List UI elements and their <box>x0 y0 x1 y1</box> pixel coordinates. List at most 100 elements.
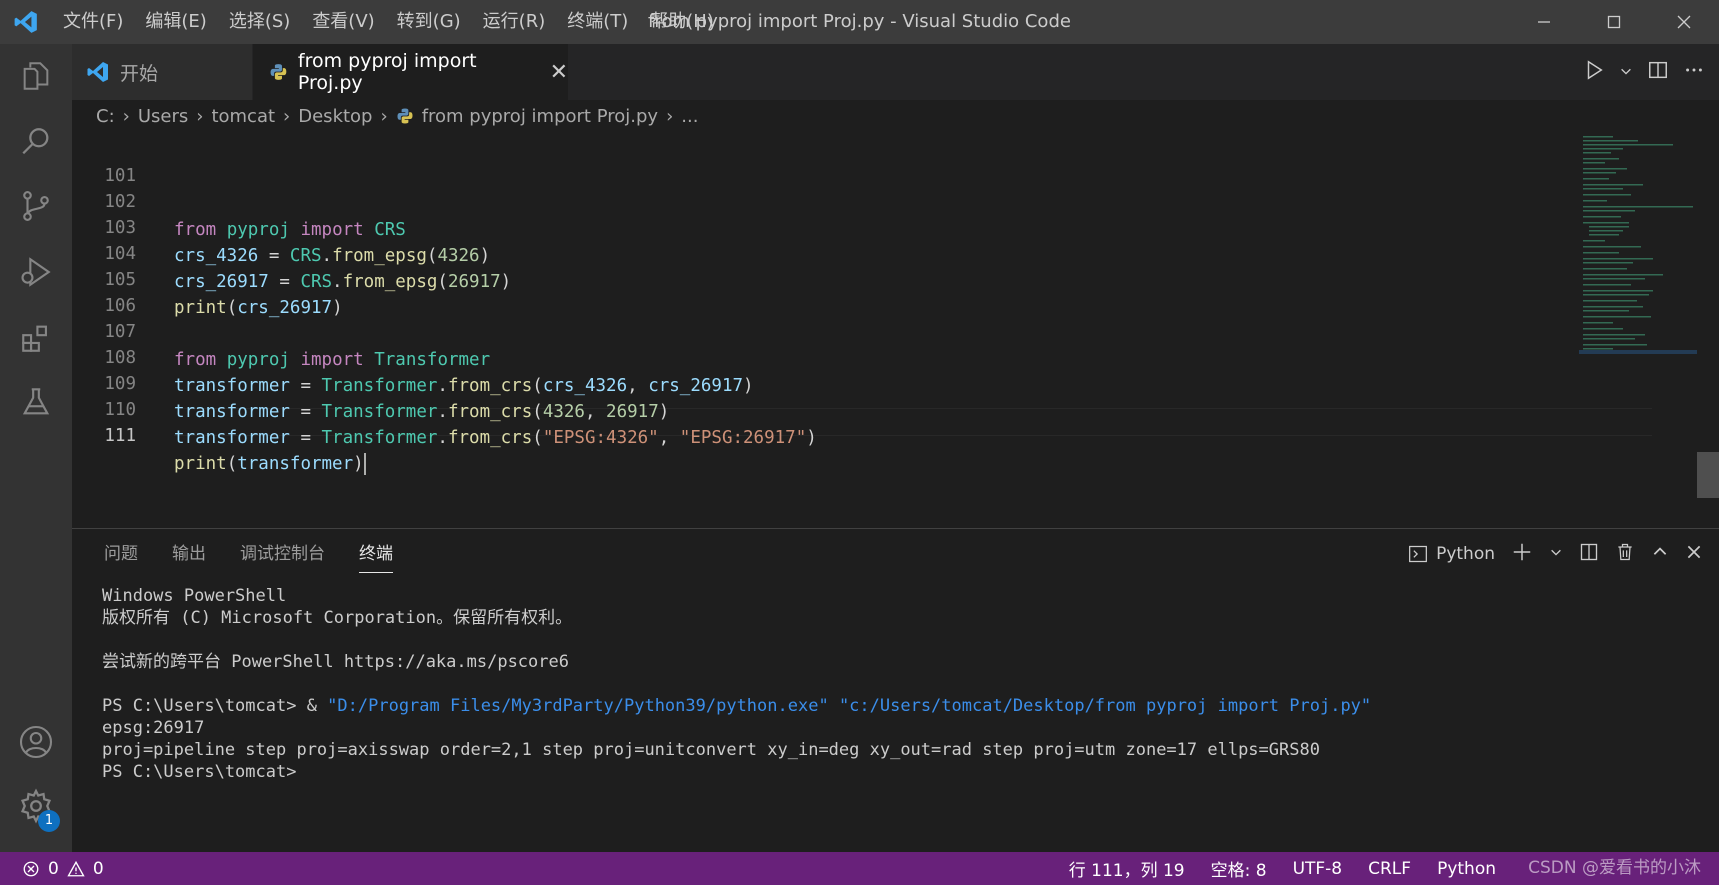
menu-view[interactable]: 查看(V) <box>301 0 385 44</box>
maximize-button[interactable] <box>1579 0 1649 44</box>
breadcrumb-symbol[interactable]: ... <box>681 106 698 127</box>
close-icon <box>1677 15 1691 29</box>
source-control-icon[interactable] <box>0 174 72 238</box>
editor-scrollbar-thumb[interactable] <box>1697 452 1719 498</box>
token-punct: ) <box>658 402 670 422</box>
panel-actions: Python <box>1408 529 1703 579</box>
breadcrumb-file[interactable]: from pyproj import Proj.py <box>422 106 658 127</box>
minimize-button[interactable] <box>1509 0 1579 44</box>
warning-count: 0 <box>92 858 104 879</box>
manage-gear-icon[interactable]: 1 <box>0 774 72 838</box>
menu-go[interactable]: 转到(G) <box>386 0 472 44</box>
problems-status[interactable]: 0 0 <box>22 852 104 885</box>
breadcrumb-users[interactable]: Users <box>138 106 188 127</box>
token-punct: . <box>437 402 448 422</box>
terminal-shell-name: Python <box>1436 544 1495 564</box>
code-editor[interactable]: 101 102 from pyproj import CRS 103 crs_4… <box>72 132 1719 528</box>
menu-terminal[interactable]: 终端(T) <box>556 0 639 44</box>
token-class: Transformer <box>374 350 491 370</box>
chevron-right-icon: › <box>283 105 291 127</box>
run-options-chevron-icon[interactable] <box>1619 63 1633 82</box>
maximize-panel-button[interactable] <box>1651 543 1669 566</box>
code-line-106: 106 <box>72 264 136 316</box>
token-punct: ( <box>532 376 543 396</box>
code-line-102: 102 from pyproj import CRS <box>72 160 405 240</box>
terminal-line: Windows PowerShell <box>102 586 287 606</box>
menu-help[interactable]: 帮助(H) <box>639 0 725 44</box>
breadcrumb-drive[interactable]: C: <box>96 106 115 127</box>
code-line-105: 105 print(crs_26917) <box>72 238 342 318</box>
terminal-output[interactable]: Windows PowerShell 版权所有 (C) Microsoft Co… <box>102 585 1371 783</box>
maximize-icon <box>1607 15 1621 29</box>
settings-badge: 1 <box>38 810 60 832</box>
menu-run[interactable]: 运行(R) <box>472 0 557 44</box>
split-editor-icon <box>1649 61 1667 79</box>
tab-python-file[interactable]: from pyproj import Proj.py ✕ <box>253 44 568 100</box>
text-cursor <box>363 453 366 475</box>
minimize-icon <box>1538 21 1550 23</box>
more-actions-button[interactable] <box>1683 59 1705 85</box>
end-of-line[interactable]: CRLF <box>1355 859 1424 879</box>
close-panel-button[interactable] <box>1685 543 1703 566</box>
tab-welcome-label: 开始 <box>120 62 159 85</box>
token-punct: . <box>332 272 343 292</box>
tab-debug-console[interactable]: 调试控制台 <box>240 529 325 579</box>
breadcrumb-tomcat[interactable]: tomcat <box>211 106 275 127</box>
terminal-prompt-line: PS C:\Users\tomcat> <box>102 762 297 782</box>
token-variable: transformer <box>174 428 290 448</box>
terminal-space <box>829 696 839 716</box>
menu-bar: 文件(F) 编辑(E) 选择(S) 查看(V) 转到(G) 运行(R) 终端(T… <box>52 0 725 44</box>
token-punct: ) <box>332 298 343 318</box>
code-line-110: 110 transformer = Transformer.from_crs("… <box>72 368 816 448</box>
token-function: from_crs <box>447 376 533 396</box>
terminal-exe-path: "D:/Program Files/My3rdParty/Python39/py… <box>327 696 829 716</box>
bottom-panel: 问题 输出 调试控制台 终端 Python Windows PowerShell… <box>72 528 1719 852</box>
menu-edit[interactable]: 编辑(E) <box>134 0 217 44</box>
split-terminal-icon <box>1580 543 1598 560</box>
run-debug-icon[interactable] <box>0 240 72 304</box>
search-icon[interactable] <box>0 110 72 174</box>
token-string: "EPSG:4326" <box>542 428 659 448</box>
editor-actions <box>1583 44 1705 100</box>
new-terminal-button[interactable] <box>1511 541 1533 568</box>
tab-close-icon[interactable]: ✕ <box>550 60 568 85</box>
token-module: pyproj <box>226 350 290 370</box>
tab-output[interactable]: 输出 <box>172 529 206 579</box>
error-count: 0 <box>48 858 59 879</box>
tab-terminal[interactable]: 终端 <box>359 529 393 579</box>
breadcrumb-desktop[interactable]: Desktop <box>298 106 372 127</box>
code-line-107: 107 from pyproj import Transformer <box>72 290 490 370</box>
kill-terminal-button[interactable] <box>1615 542 1635 567</box>
line-number: 111 <box>104 426 136 446</box>
minimap[interactable] <box>1579 132 1697 357</box>
tab-problems[interactable]: 问题 <box>104 529 138 579</box>
file-encoding[interactable]: UTF-8 <box>1280 859 1356 879</box>
menu-selection[interactable]: 选择(S) <box>218 0 301 44</box>
testing-flask-icon[interactable] <box>0 370 72 434</box>
language-mode[interactable]: Python <box>1424 859 1509 879</box>
close-window-button[interactable] <box>1649 0 1719 44</box>
tab-welcome[interactable]: 开始 <box>72 44 252 100</box>
token-variable: crs_26917 <box>174 272 269 292</box>
token-punct: ( <box>532 428 543 448</box>
panel-tabs: 问题 输出 调试控制台 终端 <box>104 529 427 579</box>
cursor-position[interactable]: 行 111，列 19 <box>1056 856 1198 881</box>
token-punct: ( <box>226 454 238 474</box>
split-terminal-button[interactable] <box>1579 542 1599 567</box>
token-variable: transformer <box>237 454 354 474</box>
explorer-icon[interactable] <box>0 44 72 108</box>
token-punct: . <box>321 246 333 266</box>
run-python-file-button[interactable] <box>1583 59 1605 85</box>
menu-file[interactable]: 文件(F) <box>52 0 134 44</box>
token-operator: = <box>289 428 322 448</box>
token-class: Transformer <box>321 376 438 396</box>
terminal-options-chevron-icon[interactable] <box>1549 544 1563 564</box>
terminal-shell-selector[interactable]: Python <box>1408 544 1495 564</box>
token-variable: crs_26917 <box>648 376 744 396</box>
terminal-line: proj=pipeline step proj=axisswap order=2… <box>102 740 1320 760</box>
account-icon[interactable] <box>0 710 72 774</box>
indentation[interactable]: 空格: 8 <box>1198 856 1280 881</box>
split-editor-button[interactable] <box>1647 59 1669 85</box>
extensions-icon[interactable] <box>0 306 72 370</box>
